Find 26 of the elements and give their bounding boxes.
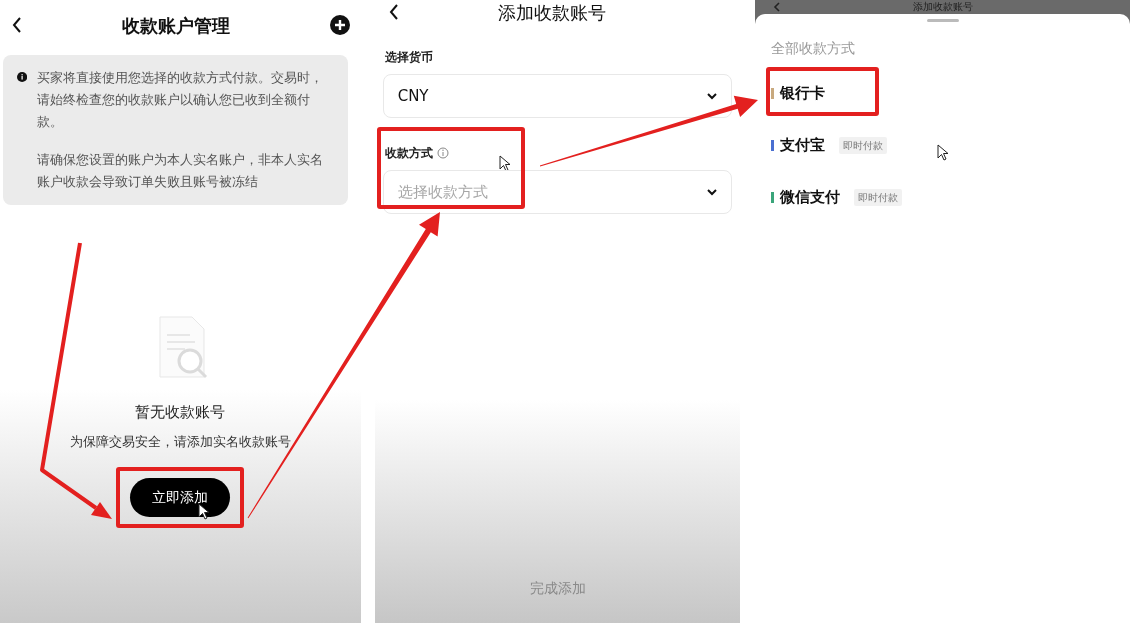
select-field[interactable]: 选择收款方式 [382, 170, 733, 214]
empty-title: 暂无收款账号 [135, 402, 226, 423]
field-label: 选择货币 [384, 49, 433, 66]
mouse-pointer-icon [198, 503, 211, 520]
chevron-down-icon [706, 91, 719, 101]
tag: 即时付款 [839, 136, 888, 154]
add-now-button[interactable]: 立即添加 [130, 478, 231, 517]
info-icon [436, 147, 449, 159]
add-icon[interactable] [328, 14, 351, 36]
sheet-title: 全部收款方式 [771, 39, 857, 58]
mouse-pointer-icon [498, 154, 511, 172]
payment-option[interactable]: 微信支付 即时付款 [771, 171, 1114, 223]
tag: 即时付款 [854, 188, 903, 206]
drag-handle [926, 19, 959, 22]
mouse-pointer-icon [937, 143, 950, 161]
back-icon[interactable] [10, 15, 24, 35]
empty-hint: 为保障交易安全，请添加实名收款账号 [69, 432, 291, 451]
payment-option[interactable]: 银行卡 [771, 67, 1114, 119]
select-field[interactable]: CNY [382, 74, 733, 118]
page-title: 收款账户管理 [122, 13, 231, 38]
notice-text: 买家将直接使用您选择的收款方式付款。交易时，请始终检查您的收款账户以确认您已收到全额付款。 [37, 69, 325, 131]
payment-option[interactable]: 支付宝 即时付款 [771, 119, 1114, 171]
page-title: 添加收款账号 [496, 0, 607, 25]
notice-text: 请确保您设置的账户为本人实名账户，非本人实名账户收款会导致订单失败且账号被冻结 [37, 151, 325, 191]
field-label: 收款方式 [384, 145, 433, 162]
chevron-down-icon [706, 187, 719, 197]
